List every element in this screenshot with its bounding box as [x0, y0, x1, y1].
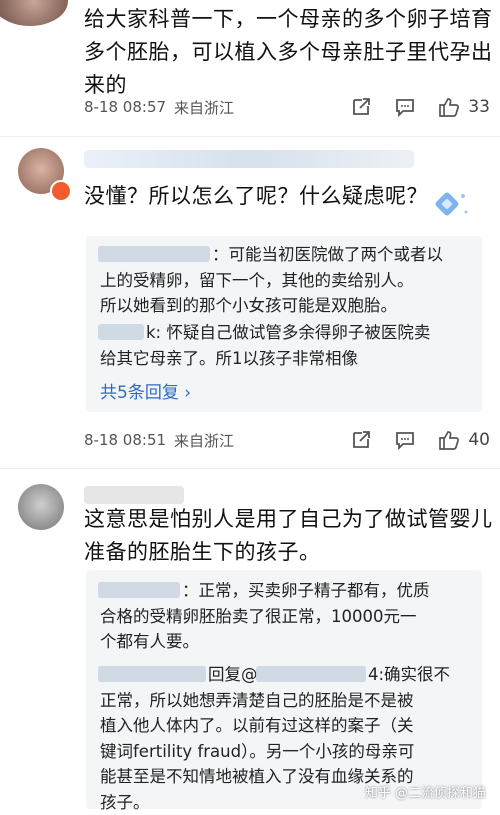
- comment-meta: 8-18 08:51 来自浙江 40: [84, 425, 490, 455]
- comment-text: 没懂？所以怎么了呢？什么疑虑呢？: [84, 180, 428, 213]
- comment-location: 来自浙江: [174, 97, 234, 118]
- reply-text: ：正常，买卖卵子精子都有，优质: [100, 578, 472, 604]
- watermark: 知乎 @二流侦探和猫: [365, 782, 486, 801]
- share-icon[interactable]: [350, 429, 372, 451]
- share-icon[interactable]: [350, 96, 372, 118]
- comment-icon[interactable]: [394, 429, 416, 451]
- comment-location: 来自浙江: [174, 430, 234, 451]
- comment-meta: 8-18 08:57 来自浙江 33: [84, 92, 490, 122]
- divider: [0, 468, 500, 469]
- reply-text: 给其它母亲了。所1以孩子非常相像: [100, 346, 472, 372]
- like-count: 33: [468, 97, 490, 117]
- comment-text: 给大家科普一下，一个母亲的多个卵子培育 多个胚胎，可以植入多个母亲肚子里代孕出 …: [84, 3, 493, 102]
- reply-text: 合格的受精卵胚胎卖了很正常，10000元一 个都有人要。: [100, 604, 472, 655]
- more-replies-link[interactable]: 共5条回复 ›: [100, 378, 191, 403]
- username[interactable]: [84, 486, 184, 504]
- reply-text: k: 怀疑自己做试管多余得卵子被医院卖: [100, 320, 472, 346]
- reply-text: ：可能当初医院做了两个或者以: [100, 242, 472, 268]
- avatar[interactable]: [0, 0, 68, 26]
- verified-badge: [50, 180, 72, 202]
- avatar[interactable]: [18, 484, 64, 530]
- reply-section: ：正常，买卖卵子精子都有，优质 合格的受精卵胚胎卖了很正常，10000元一 个都…: [86, 570, 482, 809]
- reply-text: 4:确实很不: [100, 662, 472, 688]
- reply-text: 上的受精卵，留下一个，其他的卖给别人。 所以她看到的那个小女孩可能是双胞胎。: [100, 268, 472, 319]
- like-count: 40: [468, 430, 490, 450]
- reply-section: ：可能当初医院做了两个或者以 上的受精卵，留下一个，其他的卖给别人。 所以她看到…: [86, 236, 482, 412]
- emoji-icon: [432, 190, 470, 220]
- comment-time: 8-18 08:57: [84, 98, 166, 116]
- like-icon[interactable]: [438, 429, 460, 451]
- username[interactable]: [84, 150, 414, 168]
- like-icon[interactable]: [438, 96, 460, 118]
- comment-icon[interactable]: [394, 96, 416, 118]
- comment-time: 8-18 08:51: [84, 431, 166, 449]
- comment-text: 这意思是怕别人是用了自己为了做试管婴儿 准备的胚胎生下的孩子。: [84, 503, 493, 569]
- divider: [0, 136, 500, 137]
